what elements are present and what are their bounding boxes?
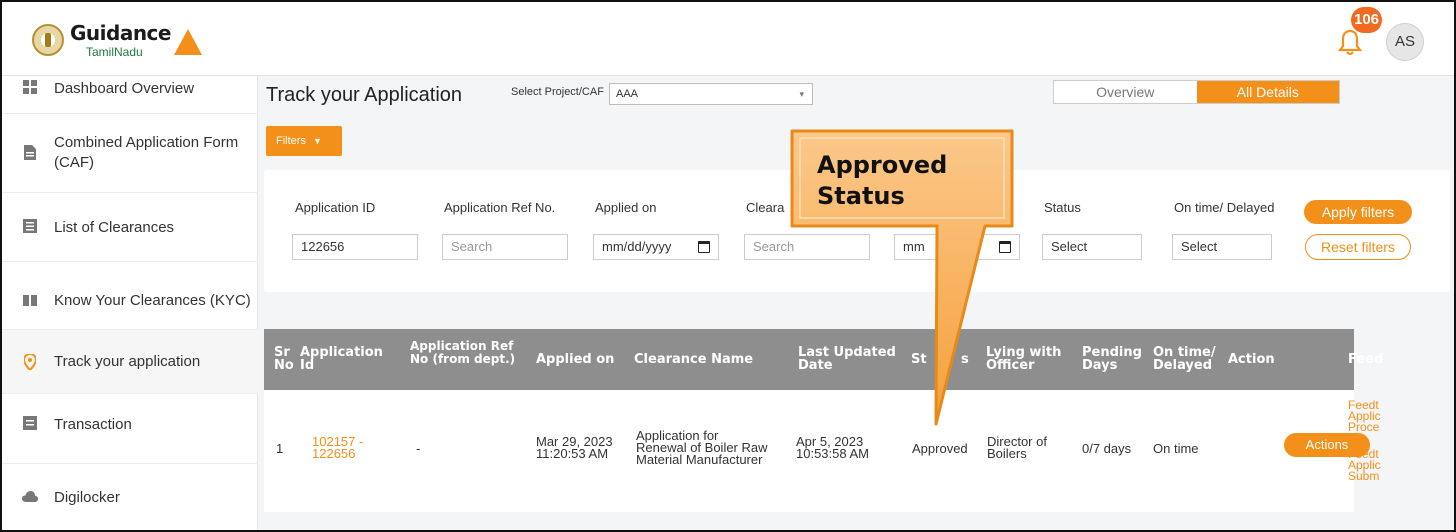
column-header-application-ref: Application Ref No (from dept.) xyxy=(410,339,516,366)
sidebar-item-digilocker[interactable]: Digilocker xyxy=(2,464,258,530)
application-id-part2: 122656 xyxy=(312,446,356,461)
cell-status: Approved xyxy=(912,441,968,456)
reset-filters-button[interactable]: Reset filters xyxy=(1305,234,1411,260)
applied-on-placeholder: mm/dd/yyyy xyxy=(602,239,672,254)
view-toggle: Overview All Details xyxy=(1053,80,1340,104)
applied-on-label: Applied on xyxy=(595,200,657,215)
location-pin-icon xyxy=(22,352,38,371)
cell-feedback[interactable]: Feedt Applic Proce Feedt Applic Subm xyxy=(1348,399,1381,483)
receipt-icon xyxy=(22,416,38,432)
main-content: Track your Application Select Project/CA… xyxy=(260,76,1454,530)
cell-ref: - xyxy=(416,441,421,456)
clearance-name-input[interactable]: Search xyxy=(744,234,870,260)
sidebar-item-label: Combined Application Form (CAF) xyxy=(54,134,239,171)
column-header-action: Action xyxy=(1228,352,1275,367)
page-title: Track your Application xyxy=(266,84,463,106)
application-id-input[interactable]: 122656 xyxy=(292,234,418,260)
applied-on-date-input[interactable]: mm/dd/yyyy xyxy=(593,234,719,260)
project-select-value: AAA xyxy=(616,88,639,100)
cell-applied-on: Mar 29, 2023 11:20:53 AM xyxy=(536,435,613,461)
sidebar-item-list-of-clearances[interactable]: List of Clearances xyxy=(2,193,258,262)
column-header-sr: Sr No xyxy=(274,345,294,373)
feedback-line: Proce xyxy=(1348,420,1380,434)
apply-filters-button[interactable]: Apply filters xyxy=(1304,200,1412,224)
cell-lying-with: Director of Boilers xyxy=(987,435,1047,461)
callout-line2: Status xyxy=(817,182,905,210)
sidebar-item-label: Know Your Clearances (KYC) xyxy=(54,292,251,309)
callout-text: Approved Status xyxy=(817,150,947,212)
column-header-on-time: On time/ Delayed xyxy=(1153,345,1216,373)
cloud-icon xyxy=(22,489,38,505)
applied-on-time: 11:20:53 AM xyxy=(536,446,609,461)
column-header-last-updated: Last Updated Date xyxy=(798,345,896,373)
column-header-application-id: Application Id xyxy=(300,345,383,373)
brand-sub: TamilNadu xyxy=(86,44,143,59)
tab-overview[interactable]: Overview xyxy=(1054,81,1197,103)
brand-triangle-icon xyxy=(173,29,202,55)
status-select[interactable]: Select xyxy=(1042,234,1142,260)
sidebar-item-label: Digilocker xyxy=(54,488,120,506)
brand-logo[interactable]: Guidance TamilNadu xyxy=(32,16,202,64)
sidebar-item-label: Dashboard Overview xyxy=(54,80,195,97)
on-time-select[interactable]: Select xyxy=(1172,234,1272,260)
sidebar: Dashboard Overview Combined Application … xyxy=(2,76,258,530)
document-icon xyxy=(22,145,38,161)
sidebar-item-track-application[interactable]: Track your application xyxy=(2,330,258,394)
officer-line2: Boilers xyxy=(987,446,1027,461)
column-header-status-start: St xyxy=(911,352,927,367)
sidebar-item-dashboard-overview[interactable]: Dashboard Overview xyxy=(2,76,258,114)
top-header: Guidance TamilNadu 106 AS xyxy=(2,2,1454,76)
sidebar-item-transaction[interactable]: Transaction xyxy=(2,394,258,464)
on-time-label: On time/ Delayed xyxy=(1174,200,1275,215)
calendar-icon[interactable] xyxy=(999,241,1011,253)
grid-icon xyxy=(22,80,38,96)
application-id-label: Application ID xyxy=(295,200,376,215)
callout-line1: Approved xyxy=(817,151,948,179)
last-updated-date-input[interactable]: mm xyxy=(894,234,1020,260)
filters-button-label: Filters xyxy=(276,135,306,147)
status-label: Status xyxy=(1044,200,1081,215)
filters-button[interactable]: Filters ▼ xyxy=(266,126,342,156)
cell-on-time: On time xyxy=(1153,441,1199,456)
calendar-icon[interactable] xyxy=(698,241,710,253)
list-icon xyxy=(22,219,38,235)
cell-application-id-link[interactable]: 102157 - 122656 xyxy=(312,435,363,461)
cell-last-updated: Apr 5, 2023 10:53:58 AM xyxy=(796,435,869,461)
column-header-status-end: s xyxy=(961,352,969,367)
emblem-icon xyxy=(32,24,64,56)
book-icon xyxy=(22,293,38,309)
chevron-down-icon: ▾ xyxy=(799,89,804,99)
column-header-pending-days: Pending Days xyxy=(1082,345,1142,373)
clearance-name-label: Cleara xyxy=(746,200,785,215)
notification-count-badge: 106 xyxy=(1351,7,1383,33)
application-ref-input[interactable]: Search xyxy=(442,234,568,260)
cell-sr: 1 xyxy=(276,441,284,456)
sidebar-item-label: Transaction xyxy=(54,416,132,433)
sidebar-item-label: List of Clearances xyxy=(54,218,175,236)
sidebar-item-caf[interactable]: Combined Application Form (CAF) xyxy=(2,114,258,193)
avatar[interactable]: AS xyxy=(1386,23,1424,61)
sidebar-item-label: Track your application xyxy=(54,353,201,370)
cell-pending-days: 0/7 days xyxy=(1082,441,1132,456)
last-updated-placeholder: mm xyxy=(903,239,925,254)
column-header-clearance-name: Clearance Name xyxy=(634,352,754,367)
project-select-label: Select Project/CAF xyxy=(511,86,604,98)
clearance-line3: Material Manufacturer xyxy=(636,452,763,467)
column-header-feedback: Feed xyxy=(1348,352,1384,367)
brand-name: Guidance xyxy=(70,20,171,45)
application-ref-label: Application Ref No. xyxy=(444,200,556,215)
tab-all-details[interactable]: All Details xyxy=(1196,81,1339,103)
cell-clearance-name: Application for Renewal of Boiler Raw Ma… xyxy=(636,429,768,467)
column-header-applied-on: Applied on xyxy=(536,352,615,367)
feedback-line: Subm xyxy=(1348,469,1380,483)
table-row: 1 102157 - 122656 - Mar 29, 2023 11:20:5… xyxy=(264,390,1381,512)
project-select[interactable]: AAA ▾ xyxy=(609,83,813,105)
column-header-lying-with: Lying with Officer xyxy=(986,345,1062,373)
last-updated-time: 10:53:58 AM xyxy=(796,446,869,461)
caret-down-icon: ▼ xyxy=(313,136,322,146)
bell-icon[interactable] xyxy=(1338,28,1362,56)
table-header: Sr No Application Id Application Ref No … xyxy=(264,329,1383,390)
sidebar-item-kyc[interactable]: Know Your Clearances (KYC) xyxy=(2,262,258,330)
